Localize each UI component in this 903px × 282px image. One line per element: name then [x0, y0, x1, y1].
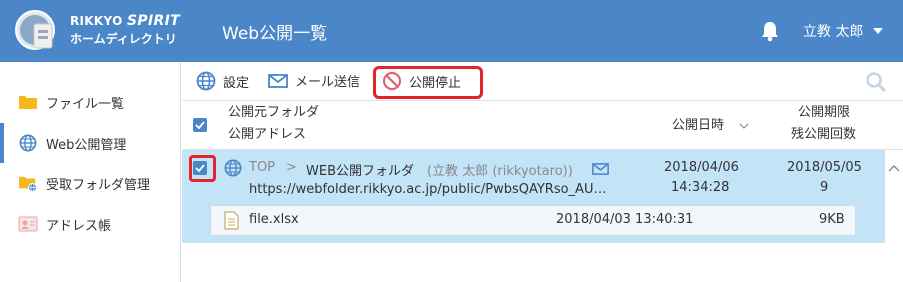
settings-label: 設定: [223, 75, 250, 91]
public-url[interactable]: https://webfolder.rikkyo.ac.jp/public/Pw…: [249, 182, 606, 197]
toolbar: 設定 メール送信 公開停止: [182, 62, 903, 100]
file-name[interactable]: file.xlsx: [249, 212, 299, 227]
sidebar-item-receive-folder[interactable]: 受取フォルダ管理: [0, 163, 180, 203]
publish-time: 14:34:28: [671, 180, 730, 195]
sidebar-item-label: 受取フォルダ管理: [46, 177, 151, 193]
header-folder: 公開元フォルダ: [228, 105, 320, 120]
sidebar-item-label: アドレス帳: [46, 218, 112, 234]
sidebar-item-web-publish[interactable]: Web公開管理: [0, 123, 180, 163]
rikkyo-spirit-logo: [15, 10, 55, 50]
send-mail-label: メール送信: [295, 75, 361, 90]
brand-line1-prefix: RIKKYO: [70, 14, 128, 28]
user-name[interactable]: 立教 太郎: [803, 21, 863, 41]
globe-icon: [196, 71, 216, 91]
document-icon: [224, 211, 239, 230]
chevron-up-icon[interactable]: [888, 164, 900, 172]
remaining-count: 9: [820, 180, 829, 195]
select-all-checkbox[interactable]: [193, 118, 207, 132]
brand-line2: ホームディレクトリ: [70, 32, 177, 46]
header-remaining: 残公開回数: [791, 127, 857, 142]
sort-chevron-down-icon[interactable]: [739, 123, 749, 130]
sidebar-item-address-book[interactable]: アドレス帳: [0, 204, 180, 244]
check-icon: [195, 121, 205, 129]
file-row[interactable]: file.xlsx 2018/04/03 13:40:31 9KB: [210, 205, 856, 236]
highlight-frame: [189, 155, 216, 182]
file-datetime: 2018/04/03 13:40:31: [556, 212, 694, 227]
globe-icon: [19, 134, 37, 152]
bell-icon[interactable]: [760, 20, 780, 42]
chevron-down-icon[interactable]: [873, 28, 883, 34]
sidebar-item-label: ファイル一覧: [46, 96, 125, 112]
header-date[interactable]: 公開日時: [672, 115, 724, 137]
mail-icon: [268, 73, 288, 88]
sidebar-item-files[interactable]: ファイル一覧: [0, 82, 180, 122]
sidebar: ファイル一覧 Web公開管理 受取フォルダ管理 アドレス帳: [0, 62, 181, 282]
mail-icon[interactable]: [592, 162, 609, 176]
sidebar-item-label: Web公開管理: [46, 137, 127, 153]
breadcrumb-separator: >: [286, 160, 297, 175]
brand: RIKKYO SPIRIT ホームディレクトリ: [70, 13, 180, 47]
folder-icon: [19, 96, 37, 109]
owner-label: (立教 太郎 (rikkyotaro)): [427, 164, 573, 179]
breadcrumb-folder[interactable]: WEB公開フォルダ: [306, 160, 414, 179]
file-size: 9KB: [819, 212, 845, 227]
settings-button[interactable]: 設定: [196, 71, 249, 91]
highlight-frame: [373, 66, 483, 99]
folder-globe-icon: [19, 176, 37, 192]
globe-icon: [224, 159, 242, 177]
app-header: RIKKYO SPIRIT ホームディレクトリ Web公開一覧 立教 太郎: [0, 0, 903, 62]
breadcrumb-top[interactable]: TOP: [249, 160, 275, 175]
search-icon[interactable]: [865, 71, 887, 93]
publish-date: 2018/04/06: [664, 160, 739, 175]
table-header: 公開元フォルダ 公開アドレス 公開日時 公開期限 残公開回数: [182, 100, 903, 150]
header-address: 公開アドレス: [228, 127, 307, 142]
address-book-icon: [18, 216, 38, 232]
page-title: Web公開一覧: [222, 24, 328, 44]
header-limit: 公開期限: [798, 105, 851, 120]
limit-date: 2018/05/05: [787, 160, 862, 175]
brand-line1-suffix: SPIRIT: [127, 13, 180, 29]
send-mail-button[interactable]: メール送信: [268, 71, 360, 90]
